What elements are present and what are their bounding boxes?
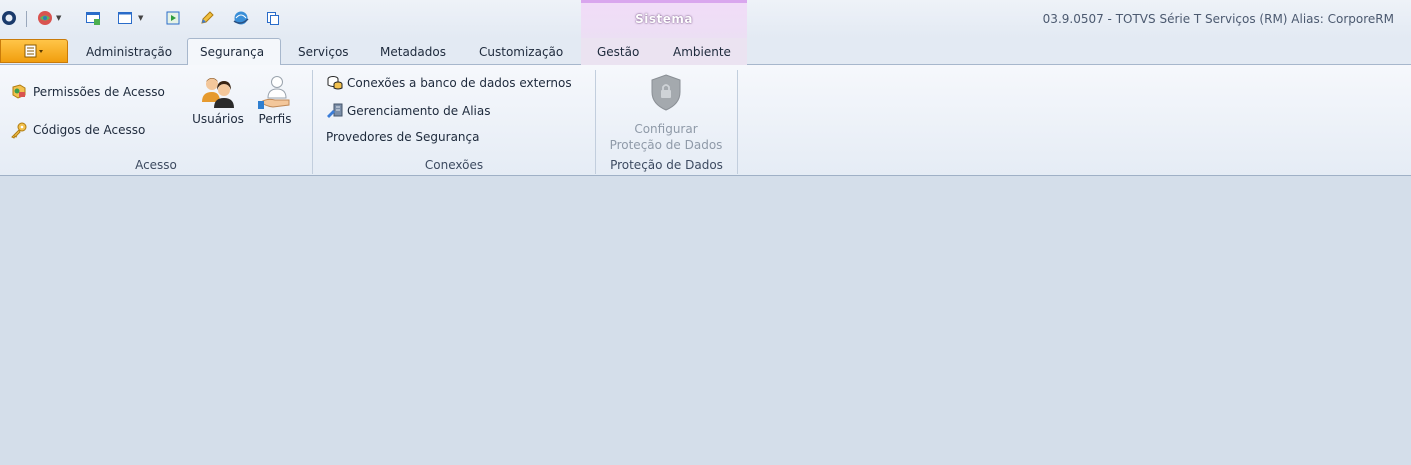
conexoes-externos-label: Conexões a banco de dados externos <box>347 76 572 90</box>
tab-administracao[interactable]: Administração <box>86 45 172 59</box>
shield-lock-icon <box>646 72 686 112</box>
group-separator <box>737 70 738 174</box>
provedores-seguranca-label: Provedores de Segurança <box>326 130 480 144</box>
tab-gestao[interactable]: Gestão <box>597 45 639 59</box>
configurar-label: Configurar <box>634 122 698 136</box>
file-menu-icon <box>24 44 43 58</box>
users-icon <box>198 72 238 112</box>
chevron-down-icon[interactable]: ▼ <box>138 14 143 22</box>
copy-icon[interactable] <box>264 9 282 27</box>
permissoes-acesso-label: Permissões de Acesso <box>33 85 165 99</box>
chevron-down-icon[interactable]: ▼ <box>56 14 61 22</box>
toolbar-separator <box>26 11 27 27</box>
window-title: 03.9.0507 - TOTVS Série T Serviços (RM) … <box>1042 12 1394 26</box>
alias-icon <box>326 102 344 120</box>
provedores-seguranca-button[interactable]: Provedores de Segurança <box>326 130 479 144</box>
key-icon <box>10 121 28 139</box>
export-icon[interactable] <box>164 9 182 27</box>
perfis-label: Perfis <box>258 112 292 126</box>
perfis-button[interactable]: Perfis <box>252 72 298 126</box>
web-icon[interactable] <box>232 9 250 27</box>
window-icon[interactable] <box>84 9 102 27</box>
app-logo-icon[interactable] <box>0 9 18 27</box>
codigos-acesso-button[interactable]: Códigos de Acesso <box>10 121 145 139</box>
database-icon <box>326 74 344 92</box>
codigos-acesso-label: Códigos de Acesso <box>33 123 146 137</box>
tab-servicos[interactable]: Serviços <box>298 45 349 59</box>
pencil-icon[interactable] <box>198 9 216 27</box>
conexoes-externos-button[interactable]: Conexões a banco de dados externos <box>326 74 572 92</box>
protecao-dados-label: Proteção de Dados <box>609 138 723 152</box>
context-group-header: Sistema <box>581 0 747 38</box>
tab-metadados[interactable]: Metadados <box>380 45 446 59</box>
gerenciamento-alias-button[interactable]: Gerenciamento de Alias <box>326 102 490 120</box>
permissions-icon <box>10 83 28 101</box>
group-label-conexoes: Conexões <box>424 158 484 172</box>
group-label-protecao: Proteção de Dados <box>610 158 723 172</box>
globe-icon[interactable] <box>36 9 54 27</box>
file-menu-button[interactable] <box>0 39 68 63</box>
profile-icon <box>255 72 295 112</box>
tab-seguranca[interactable]: Segurança <box>200 45 264 59</box>
tab-customizacao[interactable]: Customização <box>479 45 563 59</box>
gerenciamento-alias-label: Gerenciamento de Alias <box>347 104 491 118</box>
configurar-protecao-button[interactable]: Configurar Proteção de Dados <box>600 72 732 153</box>
context-group-title: Sistema <box>635 12 693 26</box>
workspace-area <box>0 176 1411 465</box>
tab-ambiente[interactable]: Ambiente <box>673 45 731 59</box>
layout-icon[interactable] <box>116 9 134 27</box>
usuarios-button[interactable]: Usuários <box>190 72 246 126</box>
permissoes-acesso-button[interactable]: Permissões de Acesso <box>10 83 165 101</box>
group-label-acesso: Acesso <box>135 158 177 172</box>
usuarios-label: Usuários <box>192 112 244 126</box>
